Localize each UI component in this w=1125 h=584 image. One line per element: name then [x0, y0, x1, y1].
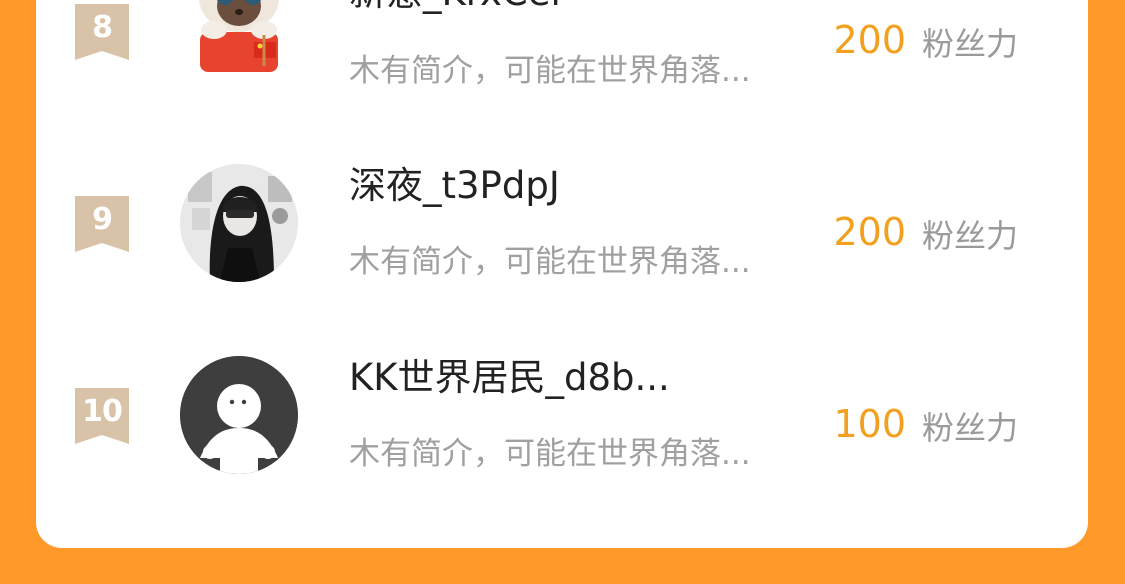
fan-score-unit: 粉丝力 [922, 217, 1019, 255]
user-bio: 木有简介，可能在世界角落... [349, 244, 751, 280]
rank-number: 10 [82, 394, 123, 429]
user-name[interactable]: 深夜_t3PdpJ [349, 155, 560, 209]
default-user-avatar-icon [180, 356, 298, 474]
user-name[interactable]: KK世界居民_d8b... [349, 347, 670, 401]
list-item[interactable]: 8 新意_KrxCei 木有简介，可能 [36, 0, 1088, 120]
rank-badge: 8 [75, 4, 129, 60]
fan-score: 100 [833, 402, 906, 446]
fan-score-unit: 粉丝力 [922, 25, 1019, 63]
user-bio: 木有简介，可能在世界角落... [349, 53, 751, 89]
list-item[interactable]: 9 深夜_t3PdpJ 木有简介，可能在世界角落... 200 粉丝力 [36, 160, 1088, 310]
rank-badge: 10 [75, 388, 129, 444]
ranking-card: 8 新意_KrxCei 木有简介，可能 [36, 0, 1088, 548]
user-bio: 木有简介，可能在世界角落... [349, 436, 751, 472]
hooded-person-avatar[interactable] [180, 164, 298, 282]
fan-score: 200 [833, 210, 906, 254]
user-name[interactable]: 新意_KrxCei [349, 0, 561, 16]
hooded-person-avatar [180, 164, 298, 282]
rank-number: 9 [92, 202, 113, 237]
fan-score: 200 [833, 18, 906, 62]
cat-avatar-icon[interactable] [180, 0, 298, 78]
default-user-avatar-icon[interactable] [180, 356, 298, 474]
fan-score-unit: 粉丝力 [922, 409, 1019, 447]
cat-avatar-icon [180, 0, 298, 78]
list-item[interactable]: 10 KK世界居民_d8b... 木有简介，可能在世界角落... 100 粉丝力 [36, 352, 1088, 502]
rank-number: 8 [92, 10, 113, 45]
rank-badge: 9 [75, 196, 129, 252]
